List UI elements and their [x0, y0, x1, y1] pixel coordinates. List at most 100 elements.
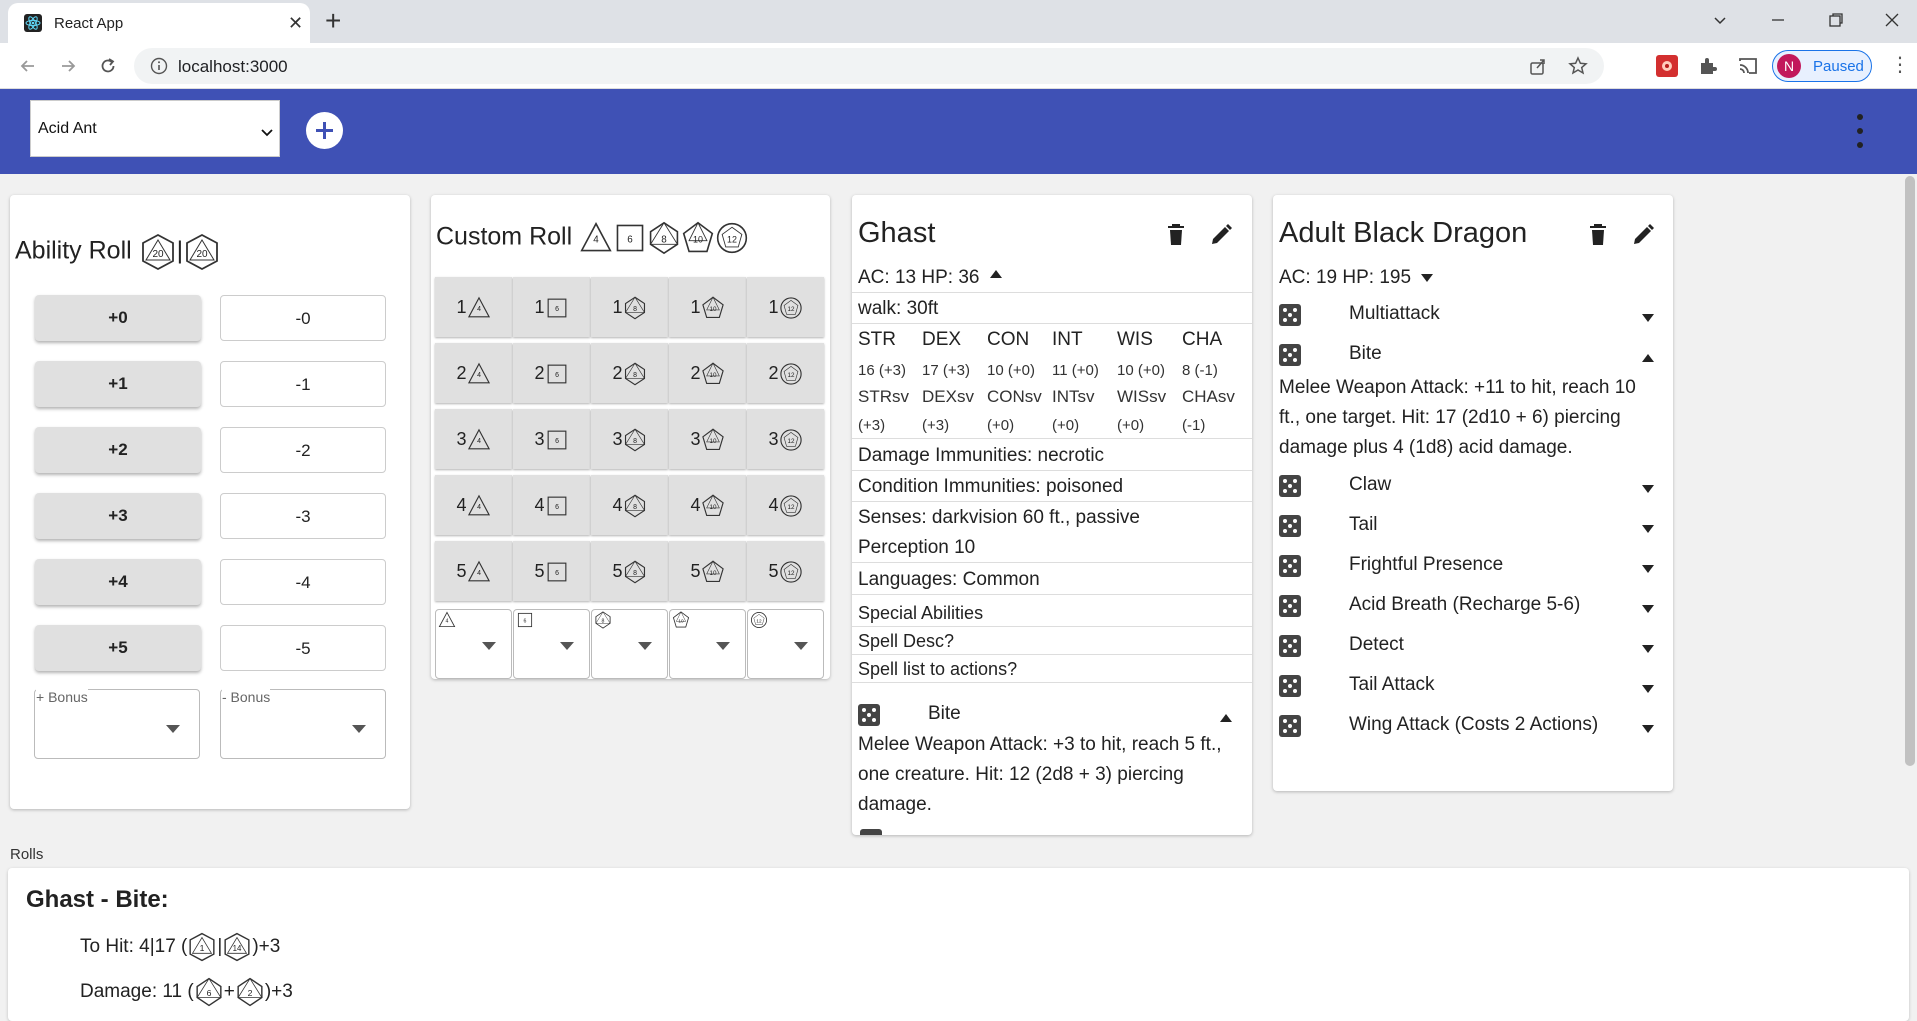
minimize-icon[interactable] [1770, 8, 1786, 31]
new-tab-icon[interactable]: + [325, 6, 341, 36]
action-row-multiattack[interactable]: Multiattack [1273, 295, 1673, 333]
reload-icon[interactable] [98, 53, 118, 77]
caret-down-icon[interactable] [1642, 720, 1654, 738]
forward-icon[interactable] [58, 53, 78, 77]
site-info-icon[interactable] [150, 57, 168, 75]
action-row-tail-attack[interactable]: Tail Attack [1273, 666, 1673, 704]
extension-red-icon[interactable] [1656, 55, 1678, 77]
close-window-icon[interactable] [1884, 8, 1900, 31]
spell-list[interactable]: Spell list to actions? [858, 659, 1017, 680]
extensions-puzzle-icon[interactable] [1697, 55, 1719, 77]
roll-2d4-button[interactable]: 24 [435, 343, 512, 403]
roll-5d6-button[interactable]: 56 [513, 541, 590, 601]
action-row-claw[interactable]: Claw [1273, 466, 1673, 504]
cast-icon[interactable] [1737, 55, 1759, 77]
caret-down-icon[interactable] [1642, 680, 1654, 698]
roll-4d4-button[interactable]: 44 [435, 475, 512, 535]
roll-1d8-button[interactable]: 18 [591, 277, 668, 337]
caret-up-icon[interactable] [990, 265, 1002, 283]
bookmark-star-icon[interactable] [1568, 56, 1588, 76]
roll-3d8-button[interactable]: 38 [591, 409, 668, 469]
d4-count-select[interactable]: 4 [435, 609, 512, 679]
modifier-minus-button[interactable]: -2 [220, 427, 386, 473]
modifier-plus-button[interactable]: +5 [35, 625, 201, 671]
dice-icon[interactable] [1279, 515, 1301, 537]
share-icon[interactable] [1528, 56, 1548, 76]
roll-4d8-button[interactable]: 48 [591, 475, 668, 535]
tab-search-icon[interactable] [1712, 8, 1728, 31]
bonus-plus-select[interactable]: + Bonus [34, 689, 200, 759]
modifier-plus-button[interactable]: +2 [35, 427, 201, 473]
roll-5d4-button[interactable]: 54 [435, 541, 512, 601]
dice-icon[interactable] [1279, 595, 1301, 617]
roll-5d8-button[interactable]: 58 [591, 541, 668, 601]
delete-icon[interactable] [1587, 223, 1609, 247]
roll-4d12-button[interactable]: 4 12 [747, 475, 824, 535]
caret-up-icon[interactable] [1642, 349, 1654, 367]
roll-4d10-button[interactable]: 4 10 [669, 475, 746, 535]
profile-button[interactable]: N Paused [1772, 50, 1872, 82]
caret-down-icon[interactable] [1642, 640, 1654, 658]
action-row-acid-breath-recharge-5-6[interactable]: Acid Breath (Recharge 5-6) [1273, 586, 1673, 624]
action-row-tail[interactable]: Tail [1273, 506, 1673, 544]
dice-icon[interactable] [1279, 304, 1301, 326]
dice-icon[interactable] [1279, 344, 1301, 366]
caret-down-icon[interactable] [1421, 269, 1433, 287]
roll-2d10-button[interactable]: 2 10 [669, 343, 746, 403]
modifier-minus-button[interactable]: -5 [220, 625, 386, 671]
roll-2d6-button[interactable]: 26 [513, 343, 590, 403]
spell-desc[interactable]: Spell Desc? [858, 631, 954, 652]
dice-icon[interactable] [860, 829, 882, 835]
caret-down-icon[interactable] [1642, 600, 1654, 618]
caret-down-icon[interactable] [1642, 560, 1654, 578]
monster-select[interactable]: Acid Ant [30, 100, 280, 157]
address-bar[interactable]: localhost:3000 [134, 48, 1604, 84]
caret-up-icon[interactable] [1220, 709, 1232, 727]
modifier-plus-button[interactable]: +4 [35, 559, 201, 605]
caret-down-icon[interactable] [1642, 520, 1654, 538]
roll-1d6-button[interactable]: 16 [513, 277, 590, 337]
action-row-wing-attack-costs-2-actions[interactable]: Wing Attack (Costs 2 Actions) [1273, 706, 1673, 744]
dice-icon[interactable] [1279, 475, 1301, 497]
edit-icon[interactable] [1631, 223, 1655, 247]
special-abilities[interactable]: Special Abilities [858, 603, 983, 624]
dice-icon[interactable] [858, 704, 880, 726]
d12-count-select[interactable]: 12 [747, 609, 824, 679]
caret-down-icon[interactable] [1642, 309, 1654, 327]
modifier-minus-button[interactable]: -1 [220, 361, 386, 407]
bonus-minus-select[interactable]: - Bonus [220, 689, 386, 759]
roll-3d10-button[interactable]: 3 10 [669, 409, 746, 469]
modifier-minus-button[interactable]: -3 [220, 493, 386, 539]
app-menu-icon[interactable] [1852, 111, 1868, 151]
modifier-minus-button[interactable]: -4 [220, 559, 386, 605]
roll-2d12-button[interactable]: 2 12 [747, 343, 824, 403]
dice-icon[interactable] [1279, 555, 1301, 577]
browser-menu-icon[interactable]: ⋮ [1890, 55, 1910, 75]
roll-1d10-button[interactable]: 1 10 [669, 277, 746, 337]
close-tab-icon[interactable]: ✕ [288, 14, 303, 32]
roll-5d10-button[interactable]: 5 10 [669, 541, 746, 601]
roll-3d6-button[interactable]: 36 [513, 409, 590, 469]
edit-icon[interactable] [1209, 223, 1233, 247]
roll-5d12-button[interactable]: 5 12 [747, 541, 824, 601]
action-row-bite[interactable]: Bite [1273, 335, 1673, 373]
delete-icon[interactable] [1165, 223, 1187, 247]
roll-2d8-button[interactable]: 28 [591, 343, 668, 403]
scrollbar-thumb[interactable] [1905, 176, 1915, 766]
roll-3d12-button[interactable]: 3 12 [747, 409, 824, 469]
dice-icon[interactable] [1279, 715, 1301, 737]
action-row-detect[interactable]: Detect [1273, 626, 1673, 664]
d10-count-select[interactable]: 10 [669, 609, 746, 679]
d6-count-select[interactable]: 6 [513, 609, 590, 679]
modifier-plus-button[interactable]: +3 [35, 493, 201, 539]
roll-3d4-button[interactable]: 34 [435, 409, 512, 469]
dice-icon[interactable] [1279, 675, 1301, 697]
restore-icon[interactable] [1828, 8, 1844, 31]
modifier-plus-button[interactable]: +1 [35, 361, 201, 407]
modifier-plus-button[interactable]: +0 [35, 295, 201, 341]
roll-1d12-button[interactable]: 1 12 [747, 277, 824, 337]
back-icon[interactable] [18, 53, 38, 77]
browser-tab[interactable]: React App ✕ [8, 3, 310, 43]
roll-4d6-button[interactable]: 46 [513, 475, 590, 535]
roll-1d4-button[interactable]: 14 [435, 277, 512, 337]
